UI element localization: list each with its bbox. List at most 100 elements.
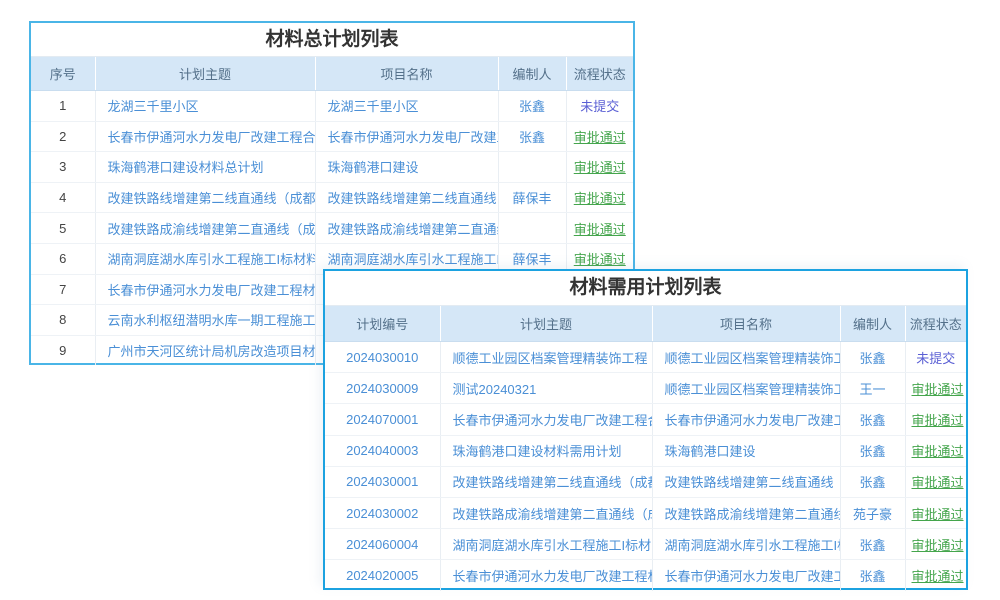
plan-code-link[interactable]: 2024030001 bbox=[325, 466, 440, 497]
table-row[interactable]: 2 长春市伊通河水力发电厂改建工程合同材料... 长春市伊通河水力发电厂改建工程… bbox=[31, 121, 633, 152]
row-seq: 1 bbox=[31, 91, 95, 122]
status-link[interactable]: 审批通过 bbox=[905, 529, 966, 560]
table-row[interactable]: 1 龙湖三千里小区 龙湖三千里小区 张鑫 未提交 bbox=[31, 91, 633, 122]
demand-plan-panel: 材料需用计划列表 计划编号 计划主题 项目名称 编制人 流程状态 2024030… bbox=[323, 269, 968, 590]
plan-code-link[interactable]: 2024060004 bbox=[325, 529, 440, 560]
project-name-link[interactable]: 珠海鹤港口建设 bbox=[652, 435, 840, 466]
plan-subject-link[interactable]: 顺德工业园区档案管理精装饰工程（... bbox=[440, 342, 652, 373]
plan-code-link[interactable]: 2024030010 bbox=[325, 342, 440, 373]
project-name-link[interactable]: 龙湖三千里小区 bbox=[315, 91, 498, 122]
master-plan-title: 材料总计划列表 bbox=[31, 23, 633, 57]
project-name-link[interactable]: 长春市伊通河水力发电厂改建工程 bbox=[652, 404, 840, 435]
column-header-creator: 编制人 bbox=[840, 306, 905, 342]
plan-subject-link[interactable]: 湖南洞庭湖水库引水工程施工I标材... bbox=[440, 529, 652, 560]
status-link[interactable]: 审批通过 bbox=[905, 404, 966, 435]
table-row[interactable]: 2024040003 珠海鹤港口建设材料需用计划 珠海鹤港口建设 张鑫 审批通过 bbox=[325, 435, 966, 466]
demand-plan-table: 计划编号 计划主题 项目名称 编制人 流程状态 2024030010 顺德工业园… bbox=[325, 306, 966, 591]
creator-name: 张鑫 bbox=[840, 529, 905, 560]
project-name-link[interactable]: 改建铁路成渝线增建第二直通线... bbox=[315, 213, 498, 244]
status-link[interactable]: 审批通过 bbox=[905, 466, 966, 497]
plan-code-link[interactable]: 2024030002 bbox=[325, 497, 440, 528]
project-name-link[interactable]: 顺德工业园区档案管理精装饰工程（... bbox=[652, 373, 840, 404]
row-seq: 8 bbox=[31, 305, 95, 336]
table-row[interactable]: 5 改建铁路成渝线增建第二直通线（成渝枢纽... 改建铁路成渝线增建第二直通线.… bbox=[31, 213, 633, 244]
plan-subject-link[interactable]: 长春市伊通河水力发电厂改建工程合同材料... bbox=[95, 121, 315, 152]
plan-subject-link[interactable]: 珠海鹤港口建设材料总计划 bbox=[95, 152, 315, 183]
plan-code-link[interactable]: 2024020005 bbox=[325, 560, 440, 591]
creator-name: 苑子豪 bbox=[840, 497, 905, 528]
row-seq: 5 bbox=[31, 213, 95, 244]
creator-name: 张鑫 bbox=[498, 121, 566, 152]
column-header-seq: 序号 bbox=[31, 57, 95, 91]
creator-name bbox=[498, 213, 566, 244]
plan-subject-link[interactable]: 改建铁路线增建第二线直通线（成都-西安）... bbox=[95, 182, 315, 213]
creator-name: 张鑫 bbox=[840, 404, 905, 435]
row-seq: 2 bbox=[31, 121, 95, 152]
column-header-plan-code: 计划编号 bbox=[325, 306, 440, 342]
status-link[interactable]: 审批通过 bbox=[905, 435, 966, 466]
creator-name bbox=[498, 152, 566, 183]
table-row[interactable]: 2024030009 测试20240321 顺德工业园区档案管理精装饰工程（..… bbox=[325, 373, 966, 404]
plan-subject-link[interactable]: 改建铁路线增建第二线直通线（成都... bbox=[440, 466, 652, 497]
demand-plan-title: 材料需用计划列表 bbox=[325, 271, 966, 306]
table-row[interactable]: 2024030010 顺德工业园区档案管理精装饰工程（... 顺德工业园区档案管… bbox=[325, 342, 966, 373]
status-link[interactable]: 审批通过 bbox=[905, 497, 966, 528]
plan-code-link[interactable]: 2024030009 bbox=[325, 373, 440, 404]
project-name-link[interactable]: 改建铁路线增建第二线直通线（成都... bbox=[652, 466, 840, 497]
plan-subject-link[interactable]: 改建铁路成渝线增建第二直通线（成渝枢纽... bbox=[95, 213, 315, 244]
column-header-plan-subject: 计划主题 bbox=[440, 306, 652, 342]
table-row[interactable]: 3 珠海鹤港口建设材料总计划 珠海鹤港口建设 审批通过 bbox=[31, 152, 633, 183]
demand-plan-header-row: 计划编号 计划主题 项目名称 编制人 流程状态 bbox=[325, 306, 966, 342]
project-name-link[interactable]: 改建铁路成渝线增建第二直通线（成... bbox=[652, 497, 840, 528]
column-header-plan-subject: 计划主题 bbox=[95, 57, 315, 91]
table-row[interactable]: 2024030001 改建铁路线增建第二线直通线（成都... 改建铁路线增建第二… bbox=[325, 466, 966, 497]
plan-code-link[interactable]: 2024070001 bbox=[325, 404, 440, 435]
plan-subject-link[interactable]: 云南水利枢纽潜明水库一期工程施工I标材料... bbox=[95, 305, 315, 336]
plan-subject-link[interactable]: 湖南洞庭湖水库引水工程施工I标材料总计划 bbox=[95, 243, 315, 274]
table-row[interactable]: 2024020005 长春市伊通河水力发电厂改建工程材... 长春市伊通河水力发… bbox=[325, 560, 966, 591]
plan-subject-link[interactable]: 珠海鹤港口建设材料需用计划 bbox=[440, 435, 652, 466]
row-seq: 3 bbox=[31, 152, 95, 183]
status-link[interactable]: 审批通过 bbox=[566, 152, 633, 183]
column-header-creator: 编制人 bbox=[498, 57, 566, 91]
row-seq: 9 bbox=[31, 335, 95, 365]
column-header-project-name: 项目名称 bbox=[652, 306, 840, 342]
project-name-link[interactable]: 顺德工业园区档案管理精装饰工程（... bbox=[652, 342, 840, 373]
row-seq: 6 bbox=[31, 243, 95, 274]
table-row[interactable]: 4 改建铁路线增建第二线直通线（成都-西安）... 改建铁路线增建第二线直通线（… bbox=[31, 182, 633, 213]
project-name-link[interactable]: 长春市伊通河水力发电厂改建工程 bbox=[652, 560, 840, 591]
screen: 材料总计划列表 序号 计划主题 项目名称 编制人 流程状态 1 龙湖三千里小区 … bbox=[0, 0, 1000, 600]
plan-subject-link[interactable]: 改建铁路成渝线增建第二直通线（成... bbox=[440, 497, 652, 528]
plan-subject-link[interactable]: 龙湖三千里小区 bbox=[95, 91, 315, 122]
status-link[interactable]: 审批通过 bbox=[566, 182, 633, 213]
column-header-status: 流程状态 bbox=[566, 57, 633, 91]
project-name-link[interactable]: 长春市伊通河水力发电厂改建工程 bbox=[315, 121, 498, 152]
status-link[interactable]: 审批通过 bbox=[905, 560, 966, 591]
column-header-status: 流程状态 bbox=[905, 306, 966, 342]
creator-name: 张鑫 bbox=[840, 342, 905, 373]
status-link[interactable]: 审批通过 bbox=[566, 121, 633, 152]
creator-name: 张鑫 bbox=[840, 466, 905, 497]
status-link[interactable]: 审批通过 bbox=[905, 373, 966, 404]
project-name-link[interactable]: 珠海鹤港口建设 bbox=[315, 152, 498, 183]
plan-subject-link[interactable]: 长春市伊通河水力发电厂改建工程合... bbox=[440, 404, 652, 435]
table-row[interactable]: 2024070001 长春市伊通河水力发电厂改建工程合... 长春市伊通河水力发… bbox=[325, 404, 966, 435]
status-link[interactable]: 审批通过 bbox=[566, 213, 633, 244]
creator-name: 张鑫 bbox=[498, 91, 566, 122]
status-link[interactable]: 未提交 bbox=[566, 91, 633, 122]
creator-name: 张鑫 bbox=[840, 435, 905, 466]
plan-subject-link[interactable]: 长春市伊通河水力发电厂改建工程材... bbox=[440, 560, 652, 591]
project-name-link[interactable]: 湖南洞庭湖水库引水工程施工I标 bbox=[652, 529, 840, 560]
plan-subject-link[interactable]: 广州市天河区统计局机房改造项目材料总计划 bbox=[95, 335, 315, 365]
table-row[interactable]: 2024030002 改建铁路成渝线增建第二直通线（成... 改建铁路成渝线增建… bbox=[325, 497, 966, 528]
plan-subject-link[interactable]: 测试20240321 bbox=[440, 373, 652, 404]
table-row[interactable]: 2024060004 湖南洞庭湖水库引水工程施工I标材... 湖南洞庭湖水库引水… bbox=[325, 529, 966, 560]
master-plan-header-row: 序号 计划主题 项目名称 编制人 流程状态 bbox=[31, 57, 633, 91]
column-header-project-name: 项目名称 bbox=[315, 57, 498, 91]
plan-code-link[interactable]: 2024040003 bbox=[325, 435, 440, 466]
creator-name: 王一 bbox=[840, 373, 905, 404]
status-link[interactable]: 未提交 bbox=[905, 342, 966, 373]
plan-subject-link[interactable]: 长春市伊通河水力发电厂改建工程材料总计划 bbox=[95, 274, 315, 305]
creator-name: 薛保丰 bbox=[498, 182, 566, 213]
project-name-link[interactable]: 改建铁路线增建第二线直通线（... bbox=[315, 182, 498, 213]
